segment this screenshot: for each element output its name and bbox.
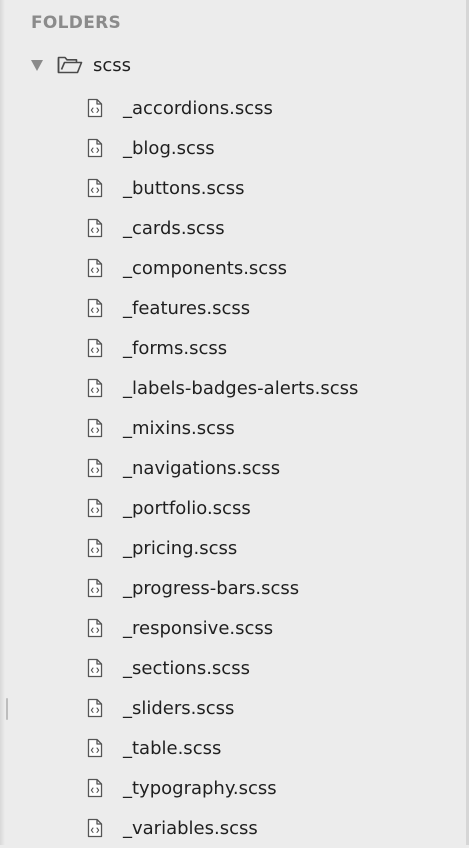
file-item[interactable]: _cards.scss	[87, 208, 358, 248]
scss-file-icon	[87, 498, 103, 518]
file-name: _features.scss	[123, 297, 251, 319]
scss-file-icon	[87, 578, 103, 598]
file-name: _mixins.scss	[123, 417, 235, 439]
file-item[interactable]: _sliders.scss	[87, 688, 358, 728]
file-name: _sliders.scss	[123, 697, 235, 719]
file-name: _pricing.scss	[123, 537, 238, 559]
file-item[interactable]: _accordions.scss	[87, 88, 358, 128]
file-item[interactable]: _responsive.scss	[87, 608, 358, 648]
file-name: _navigations.scss	[123, 457, 281, 479]
folder-row-scss[interactable]: scss	[30, 50, 131, 80]
file-name: _components.scss	[123, 257, 287, 279]
file-list: _accordions.scss _blog.scss _buttons.scss _…	[87, 88, 358, 848]
file-item[interactable]: _sections.scss	[87, 648, 358, 688]
scss-file-icon	[87, 618, 103, 638]
file-item[interactable]: _blog.scss	[87, 128, 358, 168]
file-name: _variables.scss	[123, 817, 258, 839]
scss-file-icon	[87, 818, 103, 838]
scss-file-icon	[87, 138, 103, 158]
file-name: _sections.scss	[123, 657, 250, 679]
file-name: _typography.scss	[123, 777, 277, 799]
file-item[interactable]: _navigations.scss	[87, 448, 358, 488]
scss-file-icon	[87, 658, 103, 678]
scss-file-icon	[87, 338, 103, 358]
sidebar-left-edge	[0, 0, 5, 845]
file-name: _blog.scss	[123, 137, 215, 159]
file-name: _responsive.scss	[123, 617, 274, 639]
scss-file-icon	[87, 538, 103, 558]
file-name: _buttons.scss	[123, 177, 245, 199]
file-name: _cards.scss	[123, 217, 225, 239]
file-item[interactable]: _forms.scss	[87, 328, 358, 368]
resize-grip[interactable]	[6, 698, 8, 720]
scss-file-icon	[87, 178, 103, 198]
scss-file-icon	[87, 778, 103, 798]
file-item[interactable]: _pricing.scss	[87, 528, 358, 568]
scss-file-icon	[87, 378, 103, 398]
scss-file-icon	[87, 418, 103, 438]
scss-file-icon	[87, 738, 103, 758]
folder-name: scss	[93, 54, 132, 76]
file-item[interactable]: _features.scss	[87, 288, 358, 328]
scss-file-icon	[87, 458, 103, 478]
scss-file-icon	[87, 98, 103, 118]
file-name: _accordions.scss	[123, 97, 273, 119]
file-name: _portfolio.scss	[123, 497, 251, 519]
folders-sidebar: FOLDERS scss _accordions.scss _blog.scss _…	[0, 0, 469, 845]
scss-file-icon	[87, 218, 103, 238]
file-item[interactable]: _buttons.scss	[87, 168, 358, 208]
scss-file-icon	[87, 298, 103, 318]
triangle-down-icon[interactable]	[30, 58, 44, 72]
file-item[interactable]: _progress-bars.scss	[87, 568, 358, 608]
scss-file-icon	[87, 698, 103, 718]
folders-header: FOLDERS	[31, 13, 122, 33]
file-name: _forms.scss	[123, 337, 228, 359]
file-item[interactable]: _variables.scss	[87, 808, 358, 848]
file-item[interactable]: _components.scss	[87, 248, 358, 288]
file-item[interactable]: _portfolio.scss	[87, 488, 358, 528]
folder-open-icon	[57, 55, 83, 75]
file-item[interactable]: _table.scss	[87, 728, 358, 768]
file-name: _table.scss	[123, 737, 222, 759]
file-item[interactable]: _typography.scss	[87, 768, 358, 808]
file-name: _progress-bars.scss	[123, 577, 300, 599]
scss-file-icon	[87, 258, 103, 278]
file-name: _labels-badges-alerts.scss	[123, 377, 359, 399]
file-item[interactable]: _mixins.scss	[87, 408, 358, 448]
file-item[interactable]: _labels-badges-alerts.scss	[87, 368, 358, 408]
